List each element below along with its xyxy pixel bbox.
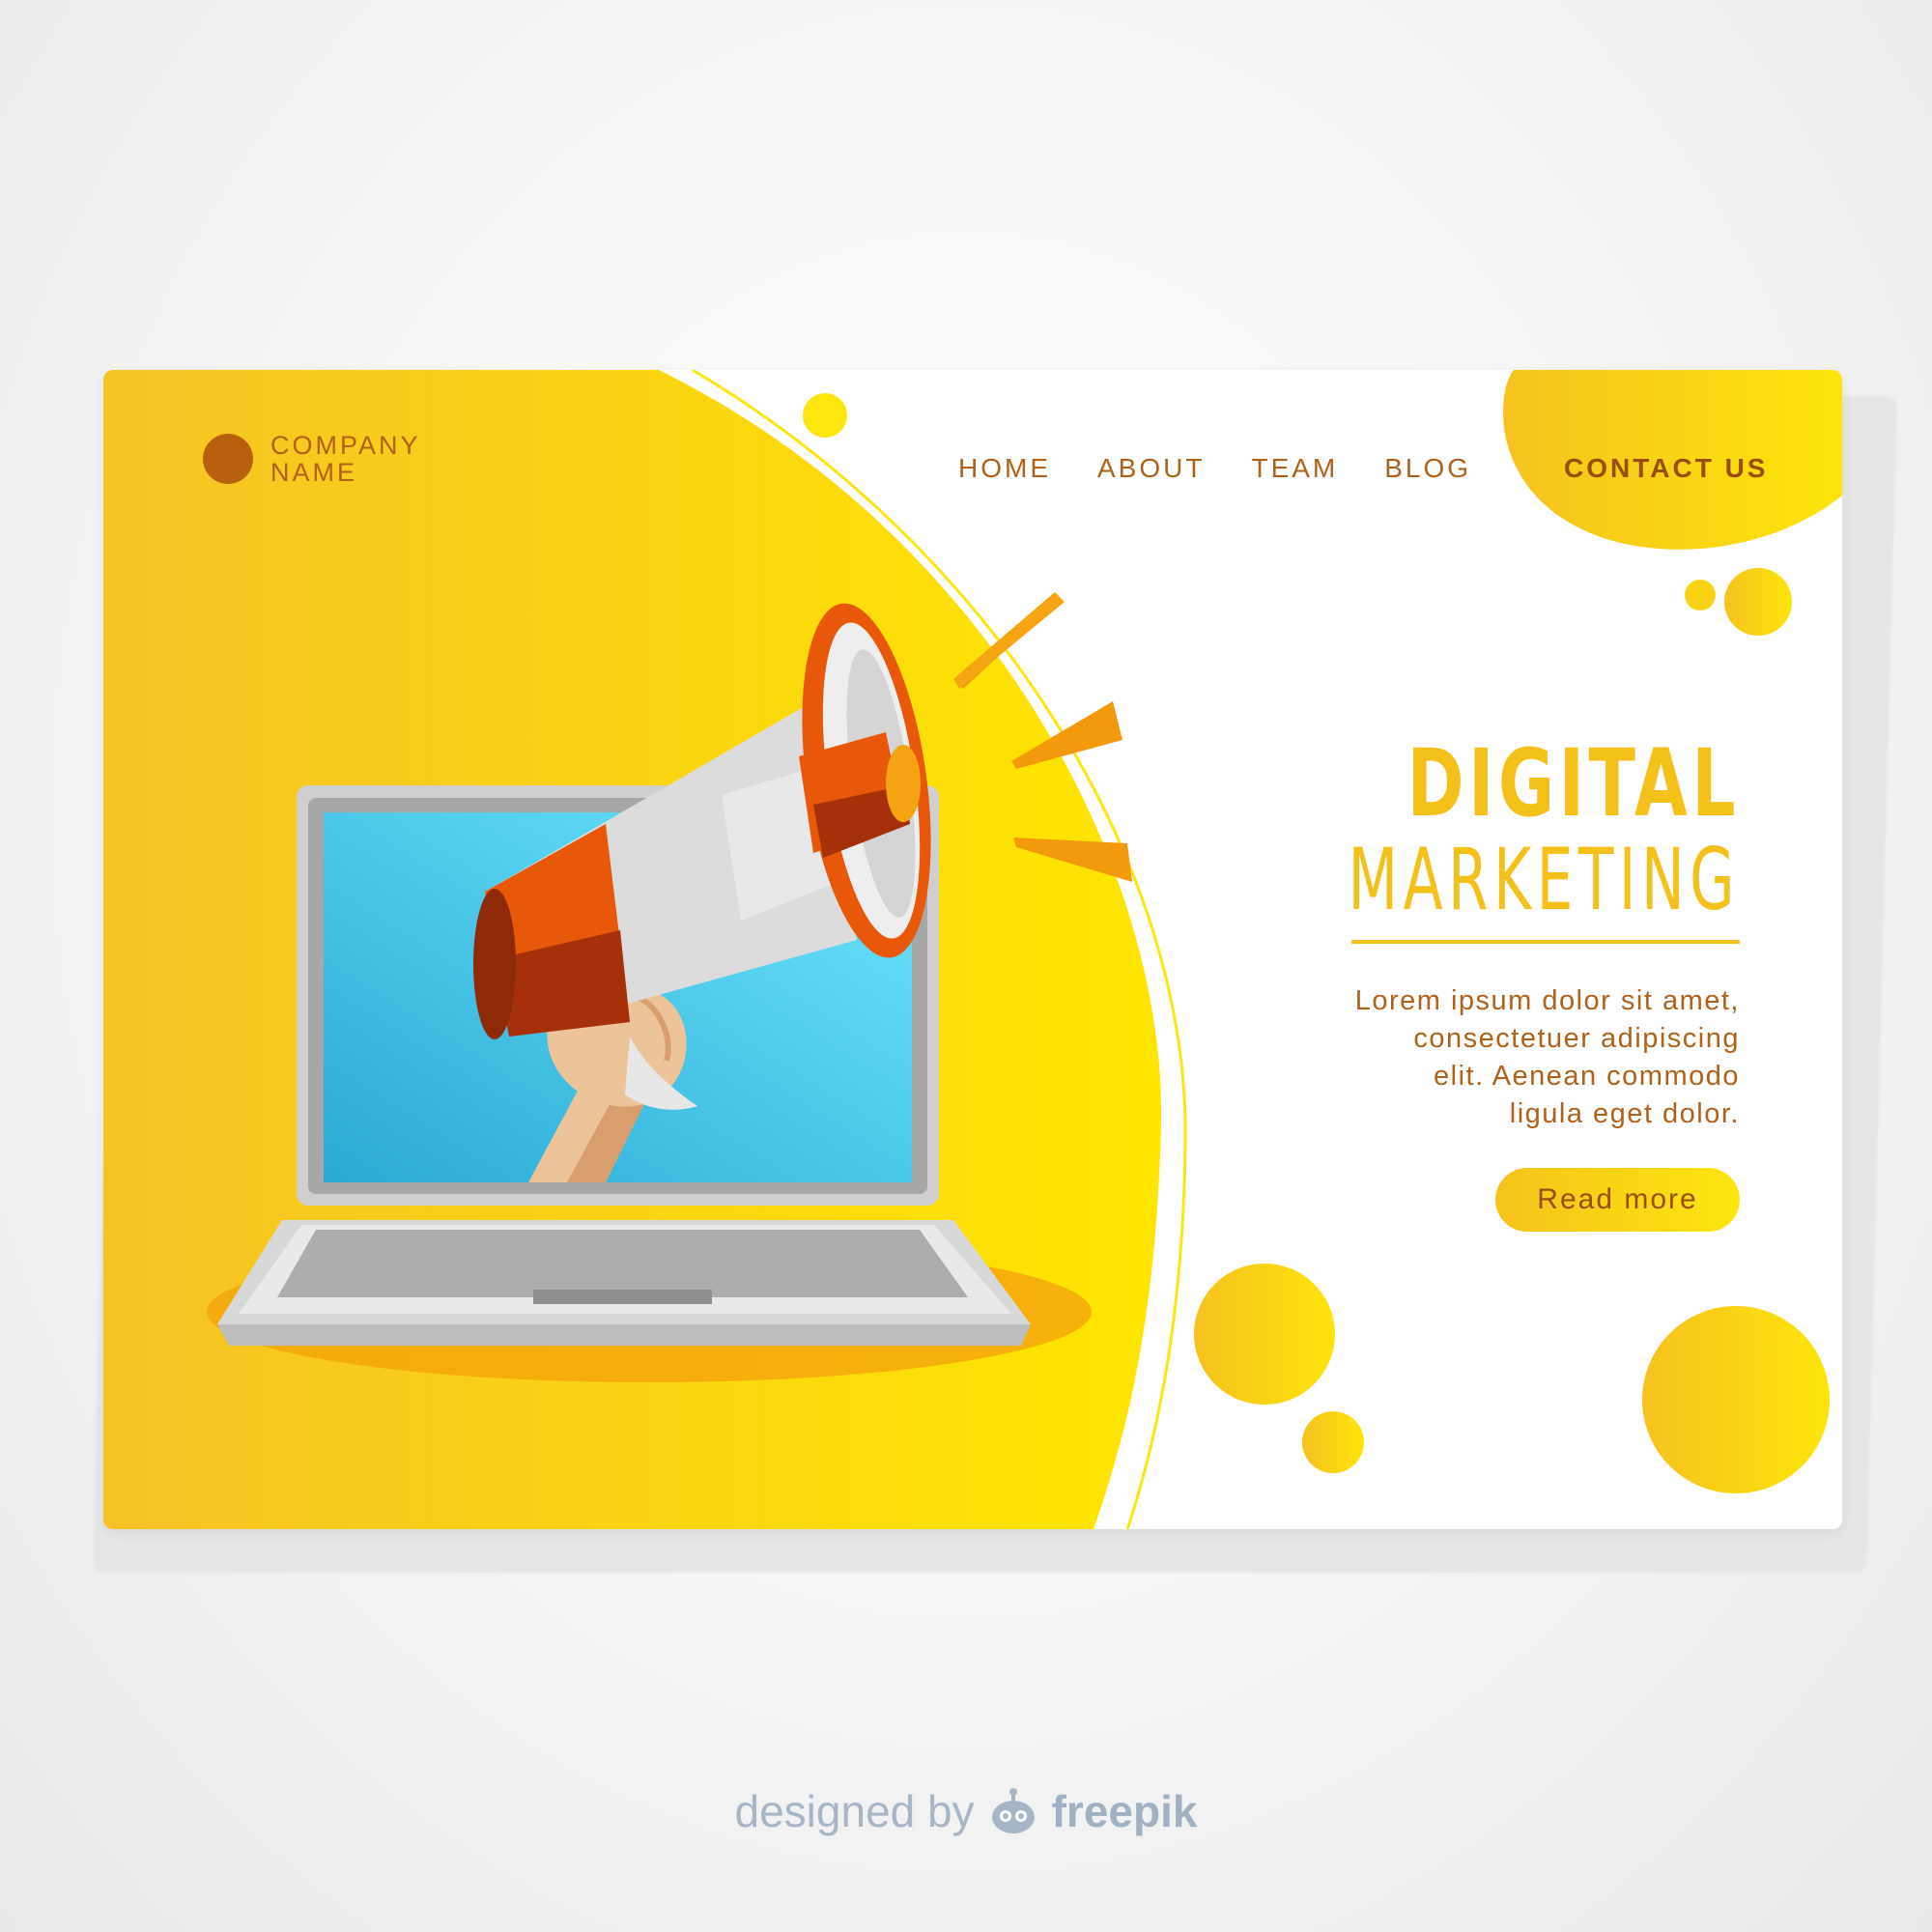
hero-divider (1351, 940, 1740, 944)
designer-credit: designed by freepik (0, 1785, 1932, 1837)
hero-description: Lorem ipsum dolor sit amet, consectetuer… (1237, 982, 1740, 1133)
robot-face-icon (991, 1788, 1035, 1833)
hero-section: DIGITAL MARKETING Lorem ipsum dolor sit … (1064, 737, 1740, 1133)
nav-blog[interactable]: BLOG (1384, 453, 1471, 484)
company-name-line-2: NAME (270, 458, 358, 487)
nav-about[interactable]: ABOUT (1097, 453, 1205, 484)
credit-brand[interactable]: freepik (1052, 1785, 1198, 1837)
landing-page-card: COMPANY NAME HOME ABOUT TEAM BLOG CONTAC… (103, 370, 1842, 1529)
hero-description-line: Lorem ipsum dolor sit amet, (1354, 985, 1740, 1016)
nav-contact-us[interactable]: CONTACT US (1564, 453, 1768, 484)
hero-description-line: consectetuer adipiscing (1413, 1023, 1740, 1054)
hero-description-line: ligula eget dolor. (1509, 1098, 1740, 1129)
hero-title-marketing: MARKETING (1348, 830, 1740, 929)
read-more-button[interactable]: Read more (1495, 1168, 1740, 1232)
company-logo[interactable]: COMPANY NAME (203, 432, 421, 486)
company-name-line-1: COMPANY (270, 431, 421, 460)
nav-team[interactable]: TEAM (1251, 453, 1338, 484)
main-nav: HOME ABOUT TEAM BLOG (958, 453, 1471, 484)
hero-description-line: elit. Aenean commodo (1434, 1061, 1740, 1092)
hero-title-digital: DIGITAL (1406, 729, 1740, 838)
nav-home[interactable]: HOME (958, 453, 1051, 484)
circle-logo-icon (203, 434, 253, 484)
credit-prefix: designed by (734, 1786, 975, 1836)
company-name: COMPANY NAME (270, 432, 421, 486)
